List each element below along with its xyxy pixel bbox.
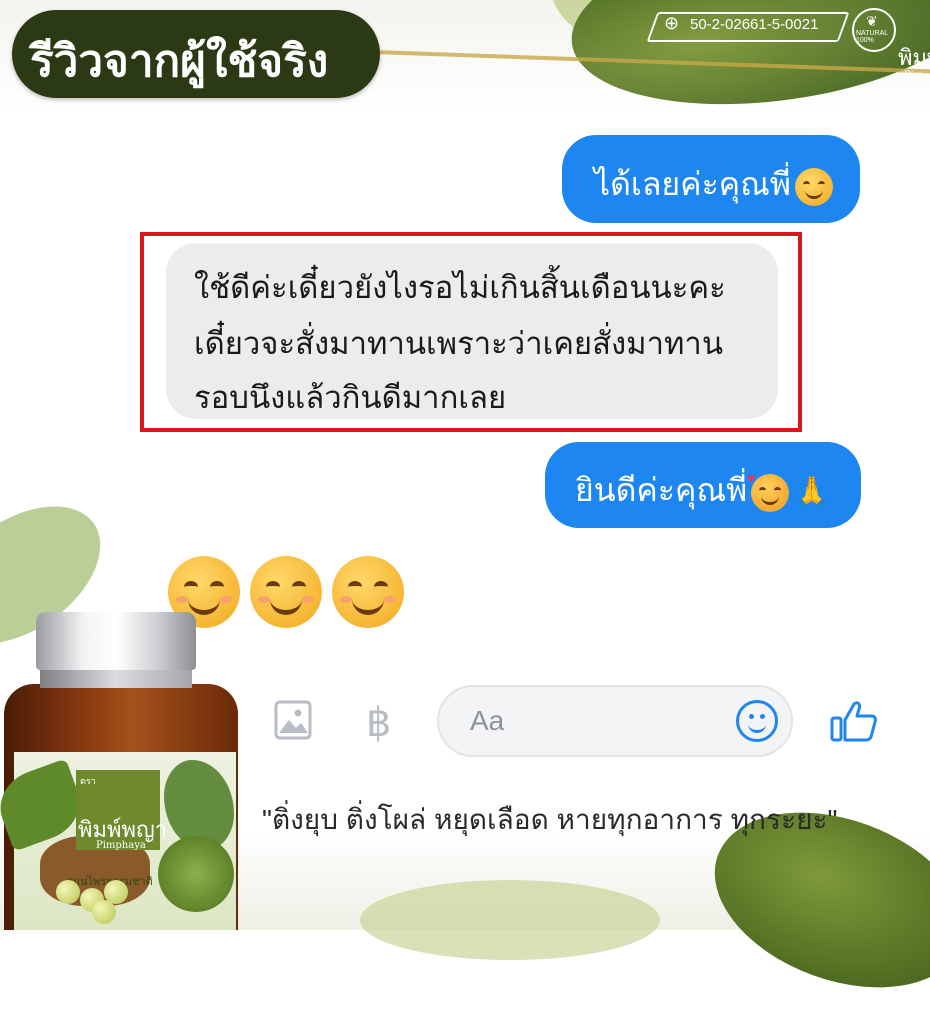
thumbs-up-icon[interactable]	[830, 698, 878, 744]
brand-logo-subtext: Pim	[904, 70, 924, 81]
message-text: ยินดีค่ะคุณพี่ ♥ 🙏	[575, 465, 831, 516]
highlight-box	[140, 232, 802, 432]
baht-payment-icon[interactable]: ฿	[366, 700, 391, 746]
leaf-decoration	[360, 880, 660, 960]
smiling-face-icon	[250, 556, 322, 628]
page-title: รีวิวจากผู้ใช้จริง	[30, 37, 329, 86]
bottle-cap	[36, 612, 196, 670]
message-text: ได้เลยค่ะคุณพี่	[594, 159, 833, 210]
chat-bubble-outgoing: ได้เลยค่ะคุณพี่	[562, 135, 860, 223]
emoji-picker-icon[interactable]	[736, 700, 778, 742]
fruit-image	[92, 900, 116, 924]
fruit-image	[56, 880, 80, 904]
cactus-image	[158, 836, 234, 912]
tagline: "ติ่งยุบ ติ่งโผล่ หยุดเลือด หายทุกอาการ …	[262, 804, 838, 835]
smiling-face-with-hearts-icon: ♥	[747, 470, 790, 512]
image-icon[interactable]	[274, 700, 312, 740]
leaf-icon: ❦	[866, 14, 878, 30]
chat-bubble-outgoing: ยินดีค่ะคุณพี่ ♥ 🙏	[545, 442, 861, 528]
fda-logo-icon: ⊕	[664, 13, 680, 34]
registration-number: 50-2-02661-5-0021	[690, 16, 819, 33]
product-brand-sub: Pimphaya	[96, 840, 146, 851]
label-tag: ตรา	[80, 777, 96, 787]
folded-hands-icon: 🙏	[793, 476, 831, 510]
bottle-cap-rim	[40, 668, 192, 688]
natural-badge-label: NATURAL 100%	[856, 30, 889, 44]
message-input-placeholder[interactable]: Aa	[470, 705, 504, 737]
smiling-face-icon	[332, 556, 404, 628]
smiling-face-icon	[794, 167, 833, 206]
